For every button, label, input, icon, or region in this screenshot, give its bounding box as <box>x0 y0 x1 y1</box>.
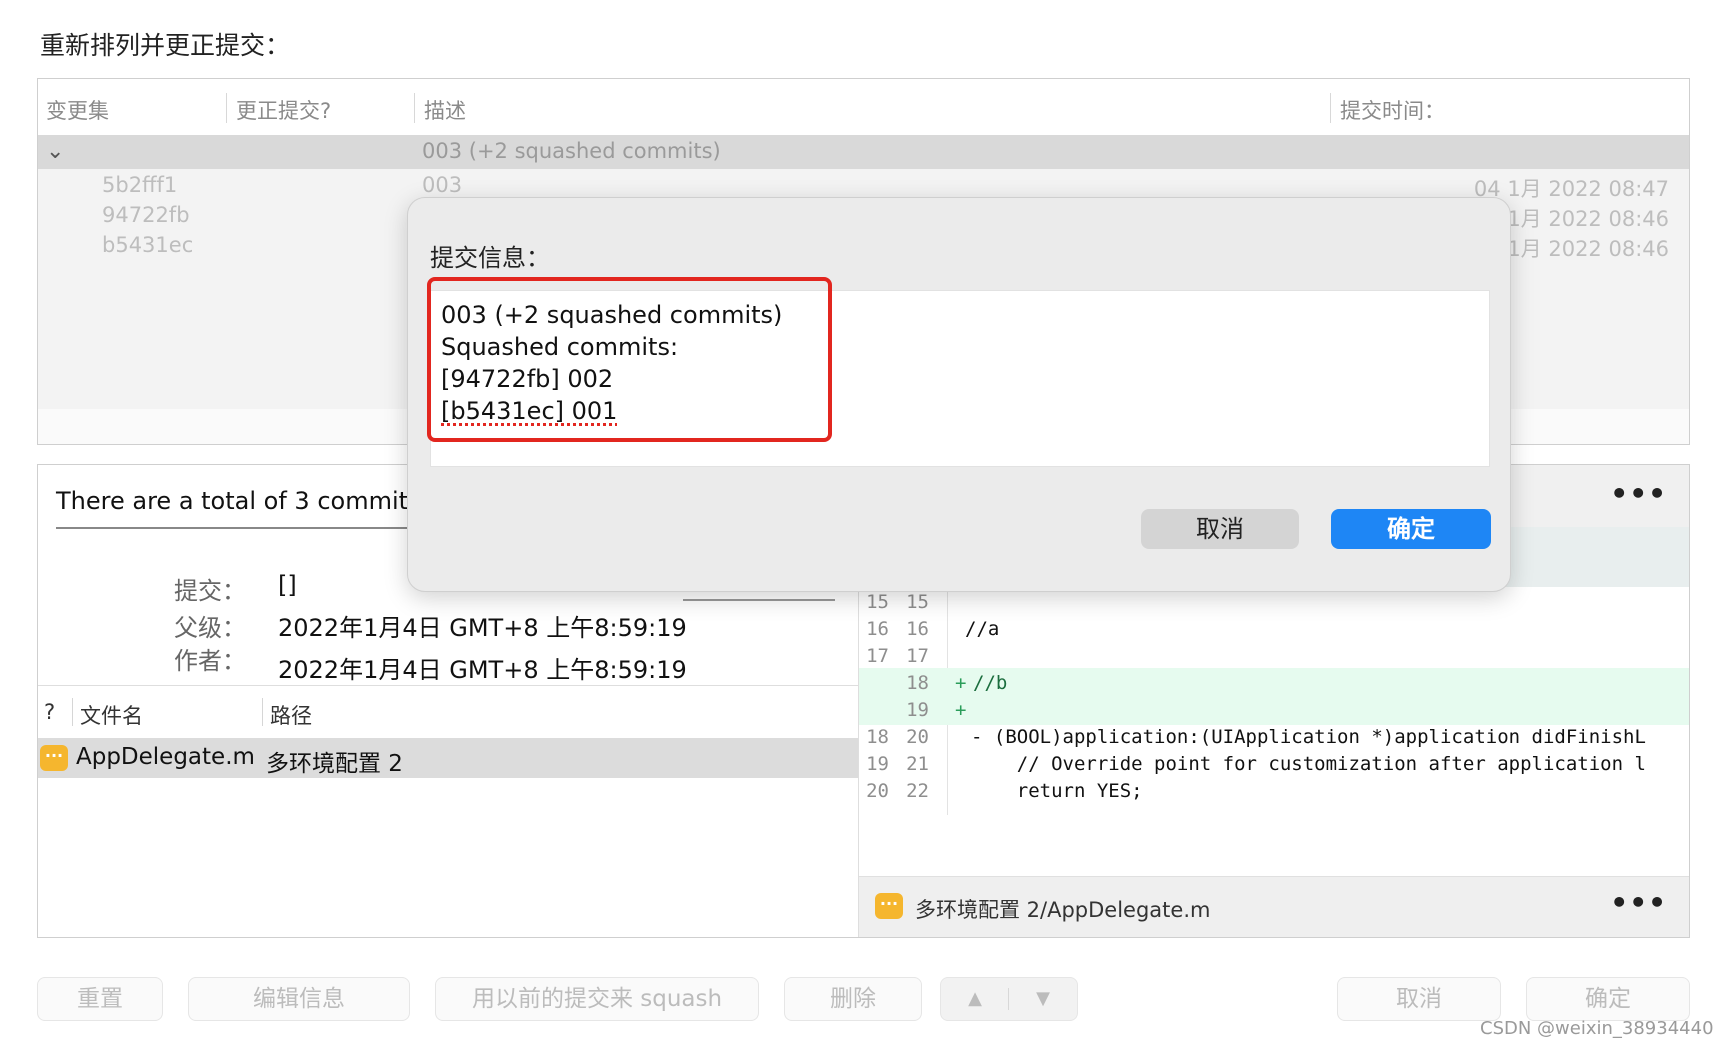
squash-button[interactable]: 用以前的提交来 squash <box>435 977 759 1021</box>
parent-label: 父级： <box>174 614 246 642</box>
author-value: 2022年1月4日 GMT+8 上午8:59:19 <box>278 656 687 683</box>
added-marker: + <box>955 672 967 694</box>
old-line-number: 16 <box>866 618 889 640</box>
new-line-number: 18 <box>906 672 929 694</box>
move-segment: ▲ ▼ <box>940 977 1078 1021</box>
popover-ok-button[interactable]: 确定 <box>1331 509 1491 549</box>
commit-description: 003 <box>422 173 463 197</box>
popover-cancel-button[interactable]: 取消 <box>1141 509 1299 549</box>
file-path: 多环境配置 2 <box>266 751 403 777</box>
reset-button[interactable]: 重置 <box>37 977 163 1021</box>
ellipsis-file-icon: ··· <box>40 745 68 771</box>
diff-line: 18 20 - (BOOL)application:(UIApplication… <box>859 722 1689 752</box>
file-name: AppDelegate.m <box>76 744 255 770</box>
more-icon[interactable]: ••• <box>1610 477 1667 510</box>
col-divider[interactable] <box>226 93 227 123</box>
highlight-annotation <box>427 277 832 442</box>
diff-line: 16 16 //a <box>859 614 1689 644</box>
col-time[interactable]: 提交时间： <box>1340 95 1445 125</box>
old-line-number: 17 <box>866 645 889 667</box>
commit-time: 04 1月 2022 08:47 <box>1473 177 1669 201</box>
commit-hash: 94722fb <box>102 203 190 227</box>
commit-time: 1月 2022 08:46 <box>1507 207 1669 231</box>
commit-hash: 5b2fff1 <box>102 173 178 197</box>
diff-line: 19 21 // Override point for customizatio… <box>859 749 1689 779</box>
col-path[interactable]: 路径 <box>270 700 312 730</box>
commit-summary: There are a total of 3 commits <box>56 487 421 515</box>
diff-line: 17 17 <box>859 641 1689 671</box>
diff-line: 20 22 return YES; <box>859 776 1689 806</box>
col-description[interactable]: 描述 <box>424 95 466 125</box>
commit-label: 提交： <box>174 577 246 605</box>
code-text: // Override point for customization afte… <box>971 753 1646 775</box>
col-divider[interactable] <box>1330 93 1331 123</box>
col-changeset[interactable]: 变更集 <box>46 95 109 125</box>
file-row[interactable]: ··· AppDelegate.m 多环境配置 2 <box>38 738 858 778</box>
diff-line-added: 19 + <box>859 695 1689 725</box>
code-text: - (BOOL)application:(UIApplication *)app… <box>971 726 1646 748</box>
commit-table-header: 变更集 更正提交? 描述 提交时间： <box>38 79 1689 136</box>
col-divider[interactable] <box>262 698 263 726</box>
move-down-button[interactable]: ▼ <box>1009 978 1077 1020</box>
code-text: //b <box>973 672 1008 694</box>
commit-time: 1月 2022 08:46 <box>1507 237 1669 261</box>
new-line-number: 17 <box>906 645 929 667</box>
cancel-button[interactable]: 取消 <box>1337 977 1501 1021</box>
new-line-number: 15 <box>906 591 929 613</box>
parent-value: 2022年1月4日 GMT+8 上午8:59:19 <box>278 614 687 642</box>
edit-message-button[interactable]: 编辑信息 <box>188 977 410 1021</box>
chevron-down-icon[interactable]: ⌄ <box>46 139 64 164</box>
col-status[interactable]: ? <box>44 700 55 724</box>
diff-file-path: 多环境配置 2/AppDelegate.m <box>915 898 1211 922</box>
diff-footer: ··· 多环境配置 2/AppDelegate.m ••• <box>859 876 1689 937</box>
divider <box>683 599 835 601</box>
new-line-number: 19 <box>906 699 929 721</box>
new-line-number: 21 <box>906 753 929 775</box>
commit-message-label: 提交信息： <box>430 244 550 272</box>
watermark: CSDN @weixin_38934440 <box>1480 1018 1714 1039</box>
commit-value: [] <box>278 571 297 599</box>
new-line-number: 20 <box>906 726 929 748</box>
diff-line-added: 18 + //b <box>859 668 1689 698</box>
commit-hash: b5431ec <box>102 233 194 257</box>
col-divider[interactable] <box>414 93 415 123</box>
more-icon[interactable]: ••• <box>1610 886 1667 919</box>
commit-message-popover: 提交信息： 003 (+2 squashed commits) Squashed… <box>407 197 1511 592</box>
dialog-title: 重新排列并更正提交： <box>40 31 291 60</box>
col-divider[interactable] <box>72 698 73 726</box>
new-line-number: 16 <box>906 618 929 640</box>
old-line-number: 20 <box>866 780 889 802</box>
new-line-number: 22 <box>906 780 929 802</box>
code-text: return YES; <box>971 780 1143 802</box>
author-row-clip: 作者： 2022年1月4日 GMT+8 上午8:59:19 <box>38 641 858 683</box>
files-table-header: ? 文件名 路径 <box>38 685 858 739</box>
code-text: //a <box>965 618 1000 640</box>
ok-button[interactable]: 确定 <box>1526 977 1690 1021</box>
ellipsis-file-icon: ··· <box>875 893 903 919</box>
delete-button[interactable]: 删除 <box>784 977 922 1021</box>
old-line-number: 19 <box>866 753 889 775</box>
move-up-button[interactable]: ▲ <box>941 978 1009 1020</box>
author-label: 作者： <box>174 647 246 675</box>
old-line-number: 15 <box>866 591 889 613</box>
added-marker: + <box>955 699 967 721</box>
divider <box>56 527 416 529</box>
col-fixup[interactable]: 更正提交? <box>236 95 331 125</box>
commit-group-row[interactable]: ⌄ 003 (+2 squashed commits) <box>38 135 1689 169</box>
group-description: 003 (+2 squashed commits) <box>422 139 721 163</box>
col-filename[interactable]: 文件名 <box>80 700 143 730</box>
old-line-number: 18 <box>866 726 889 748</box>
